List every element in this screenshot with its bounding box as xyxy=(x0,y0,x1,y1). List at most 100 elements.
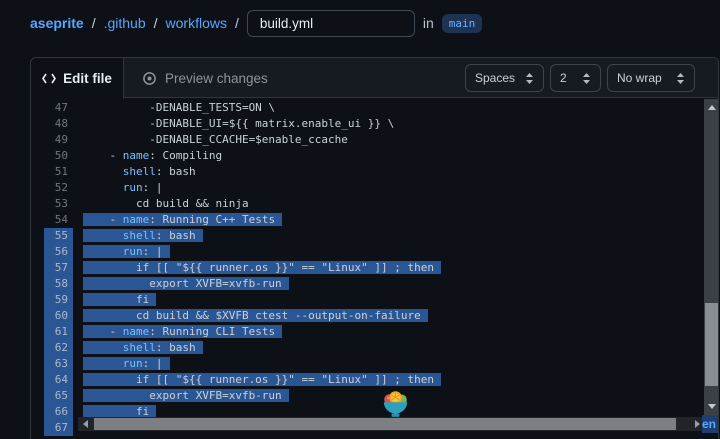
gutter-padding xyxy=(31,244,44,260)
line-number[interactable]: 52 xyxy=(44,180,73,196)
gutter-padding xyxy=(31,164,44,180)
line-number[interactable]: 54 xyxy=(44,212,73,228)
gutter-padding xyxy=(31,212,44,228)
code-line-text[interactable]: if [[ "${{ runner.os }}" == "Linux" ]] ;… xyxy=(83,260,441,276)
code-line: 63 run: | xyxy=(31,356,718,372)
line-number[interactable]: 53 xyxy=(44,196,73,212)
scroll-left-button[interactable] xyxy=(78,417,92,431)
horizontal-scrollbar[interactable] xyxy=(78,417,704,431)
breadcrumb-dir-github-link[interactable]: .github xyxy=(104,15,146,31)
breadcrumb-separator: / xyxy=(154,15,158,31)
code-line-text[interactable]: run: | xyxy=(83,356,170,372)
code-line-text[interactable]: shell: bash xyxy=(83,164,196,180)
code-line-text[interactable]: run: | xyxy=(83,244,170,260)
indent-mode-select[interactable]: Spaces xyxy=(465,64,544,92)
gutter-padding xyxy=(31,308,44,324)
updown-arrows-icon xyxy=(525,72,534,85)
line-number[interactable]: 57 xyxy=(44,260,73,276)
code-line: 52 run: | xyxy=(31,180,718,196)
code-line: 54 - name: Running C++ Tests xyxy=(31,212,718,228)
code-icon xyxy=(42,73,56,84)
wrap-mode-value: No wrap xyxy=(617,71,662,85)
scroll-up-button[interactable] xyxy=(704,101,718,114)
tab-edit-file-label: Edit file xyxy=(63,71,112,86)
indent-size-select[interactable]: 2 xyxy=(550,64,601,92)
code-line-text[interactable]: - name: Compiling xyxy=(83,148,222,164)
line-number[interactable]: 56 xyxy=(44,244,73,260)
line-number[interactable]: 66 xyxy=(44,404,73,420)
gutter-padding xyxy=(31,196,44,212)
code-line: 49 -DENABLE_CCACHE=$enable_ccache xyxy=(31,132,718,148)
line-number[interactable]: 65 xyxy=(44,388,73,404)
code-line-text[interactable]: cd build && $XVFB ctest --output-on-fail… xyxy=(83,308,428,324)
updown-arrows-icon xyxy=(582,72,591,85)
line-number[interactable]: 59 xyxy=(44,292,73,308)
tab-preview-changes[interactable]: Preview changes xyxy=(126,58,284,98)
code-line-text[interactable]: -DENABLE_CCACHE=$enable_ccache xyxy=(83,132,348,148)
tab-preview-changes-label: Preview changes xyxy=(165,71,268,86)
line-number[interactable]: 48 xyxy=(44,116,73,132)
scroll-up-arrow-icon xyxy=(708,105,716,110)
line-number[interactable]: 60 xyxy=(44,308,73,324)
code-line-text[interactable]: shell: bash xyxy=(83,228,203,244)
line-number[interactable]: 49 xyxy=(44,132,73,148)
code-line-text[interactable]: -DENABLE_UI=${{ matrix.enable_ui }} \ xyxy=(83,116,394,132)
gutter-padding xyxy=(31,340,44,356)
tab-edit-file[interactable]: Edit file xyxy=(31,58,124,99)
gutter-padding xyxy=(31,372,44,388)
horizontal-scrollbar-thumb[interactable] xyxy=(94,418,676,430)
line-number[interactable]: 62 xyxy=(44,340,73,356)
code-line: 55 shell: bash xyxy=(31,228,718,244)
filename-input[interactable] xyxy=(247,10,415,37)
gutter-padding xyxy=(31,276,44,292)
partial-link-text[interactable]: en xyxy=(702,415,718,433)
code-line: 65 export XVFB=xvfb-run xyxy=(31,388,718,404)
line-number[interactable]: 67 xyxy=(44,420,73,436)
breadcrumb-separator: / xyxy=(92,15,96,31)
code-line-text[interactable]: - name: Running C++ Tests xyxy=(83,212,282,228)
line-number[interactable]: 50 xyxy=(44,148,73,164)
gutter-padding xyxy=(31,116,44,132)
code-editor[interactable]: 47 -DENABLE_TESTS=ON \48 -DENABLE_UI=${{… xyxy=(31,99,718,439)
line-number[interactable]: 58 xyxy=(44,276,73,292)
vertical-scrollbar[interactable] xyxy=(704,99,718,415)
code-line-text[interactable]: - name: Running CLI Tests xyxy=(83,324,282,340)
scroll-right-arrow-icon xyxy=(695,420,700,428)
line-number[interactable]: 64 xyxy=(44,372,73,388)
gutter-padding xyxy=(31,420,44,436)
gutter-padding xyxy=(31,100,44,116)
code-line-text[interactable]: export XVFB=xvfb-run xyxy=(83,276,289,292)
code-line: 64 if [[ "${{ runner.os }}" == "Linux" ]… xyxy=(31,372,718,388)
scroll-down-button[interactable] xyxy=(704,400,718,413)
eye-icon xyxy=(142,71,157,86)
code-line-text[interactable]: run: | xyxy=(83,180,163,196)
gutter-padding xyxy=(31,148,44,164)
code-line: 56 run: | xyxy=(31,244,718,260)
breadcrumb-separator: / xyxy=(235,15,239,31)
code-line-text[interactable]: shell: bash xyxy=(83,340,203,356)
vertical-scrollbar-thumb[interactable] xyxy=(705,303,718,386)
breadcrumb-repo-link[interactable]: aseprite xyxy=(30,15,84,31)
code-line-text[interactable]: fi xyxy=(83,292,156,308)
wrap-mode-select[interactable]: No wrap xyxy=(607,64,695,92)
code-line-text[interactable]: export XVFB=xvfb-run xyxy=(83,388,289,404)
editor-tab-bar: Edit file Preview changes Spaces 2 No wr… xyxy=(31,58,718,98)
breadcrumb-dir-workflows-link[interactable]: workflows xyxy=(166,15,227,31)
code-line: 57 if [[ "${{ runner.os }}" == "Linux" ]… xyxy=(31,260,718,276)
line-number[interactable]: 51 xyxy=(44,164,73,180)
updown-arrows-icon xyxy=(676,72,685,85)
gutter-padding xyxy=(31,356,44,372)
line-number[interactable]: 61 xyxy=(44,324,73,340)
line-number[interactable]: 63 xyxy=(44,356,73,372)
line-number[interactable]: 47 xyxy=(44,100,73,116)
code-line-text[interactable]: cd build && ninja xyxy=(83,196,249,212)
indent-mode-value: Spaces xyxy=(475,71,515,85)
indent-size-value: 2 xyxy=(560,71,567,85)
code-line-text[interactable]: -DENABLE_TESTS=ON \ xyxy=(83,100,275,116)
line-number[interactable]: 55 xyxy=(44,228,73,244)
code-line: 48 -DENABLE_UI=${{ matrix.enable_ui }} \ xyxy=(31,116,718,132)
code-line: 59 fi xyxy=(31,292,718,308)
breadcrumb: aseprite / .github / workflows / in main xyxy=(30,7,482,39)
branch-badge[interactable]: main xyxy=(442,14,483,33)
code-line-text[interactable]: if [[ "${{ runner.os }}" == "Linux" ]] ;… xyxy=(83,372,441,388)
